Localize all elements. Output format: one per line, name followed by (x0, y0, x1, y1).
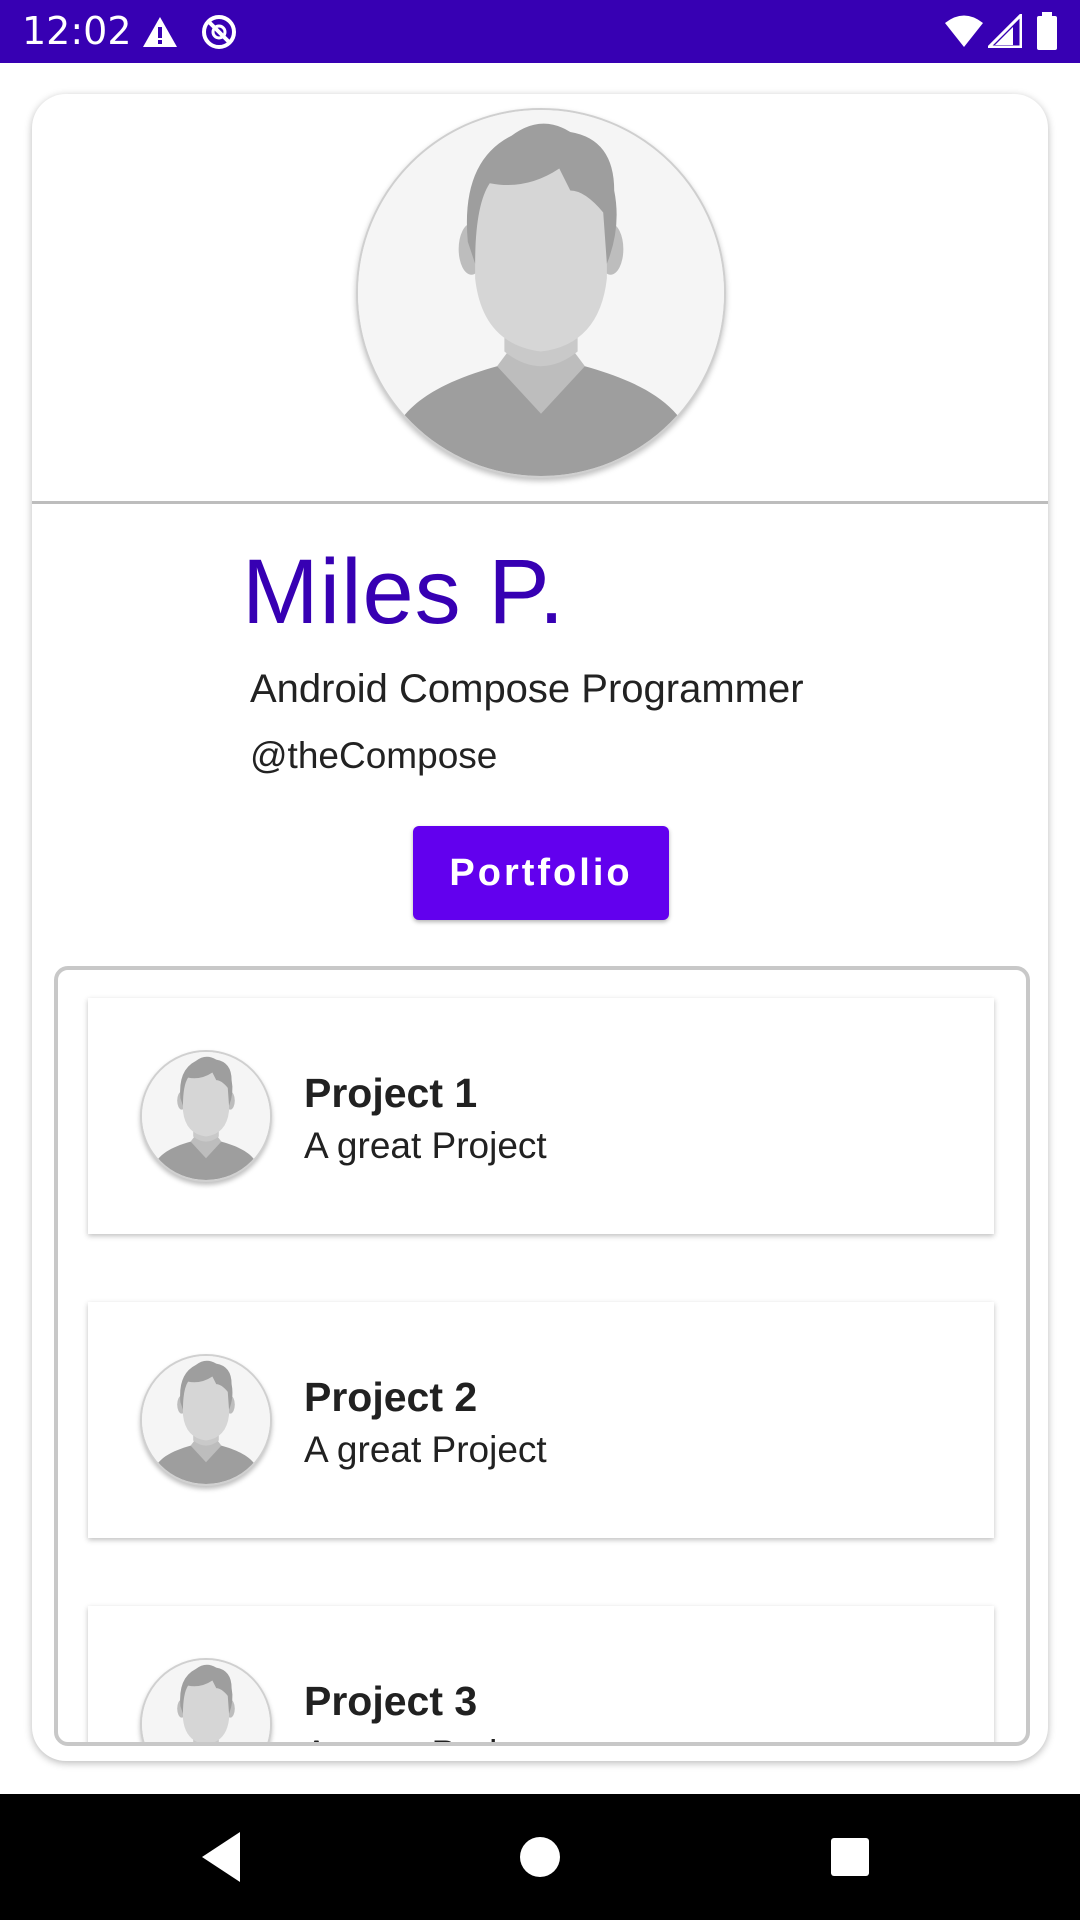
status-bar: 12:02 (0, 0, 1080, 63)
project-description: A great Project (304, 1429, 547, 1470)
project-avatar (140, 1354, 272, 1486)
home-icon[interactable] (507, 1824, 573, 1890)
profile-avatar (356, 108, 726, 478)
project-title: Project 2 (304, 1374, 478, 1420)
portfolio-button[interactable]: Portfolio (413, 826, 669, 920)
person-placeholder-icon (142, 1356, 270, 1484)
person-placeholder-icon (142, 1052, 270, 1180)
navigation-bar (0, 1794, 1080, 1920)
project-title: Project 1 (304, 1070, 478, 1116)
profile-name: Miles P. (242, 541, 566, 643)
project-description: A great Project (304, 1732, 547, 1742)
project-list[interactable]: Project 1 A great Project Project 2 A gr… (54, 966, 1030, 1746)
person-placeholder-icon (358, 110, 724, 476)
project-avatar (140, 1658, 272, 1746)
project-title: Project 3 (304, 1678, 478, 1724)
project-item[interactable]: Project 2 A great Project (88, 1302, 994, 1538)
no-sync-icon (202, 15, 236, 49)
wifi-icon (945, 15, 983, 47)
signal-icon (988, 14, 1022, 48)
alert-icon (143, 17, 177, 47)
back-icon[interactable] (192, 1824, 258, 1890)
divider (32, 501, 1048, 504)
battery-icon (1037, 12, 1057, 50)
person-placeholder-icon (142, 1660, 270, 1746)
profile-title: Android Compose Programmer (250, 667, 804, 711)
status-time: 12:02 (22, 9, 132, 53)
project-item[interactable]: Project 1 A great Project (88, 998, 994, 1234)
project-description: A great Project (304, 1125, 547, 1166)
project-item[interactable]: Project 3 A great Project (88, 1606, 994, 1746)
profile-handle: @theCompose (250, 735, 498, 776)
profile-card: Miles P. Android Compose Programmer @the… (32, 94, 1048, 1761)
recents-icon[interactable] (817, 1824, 883, 1890)
project-avatar (140, 1050, 272, 1182)
